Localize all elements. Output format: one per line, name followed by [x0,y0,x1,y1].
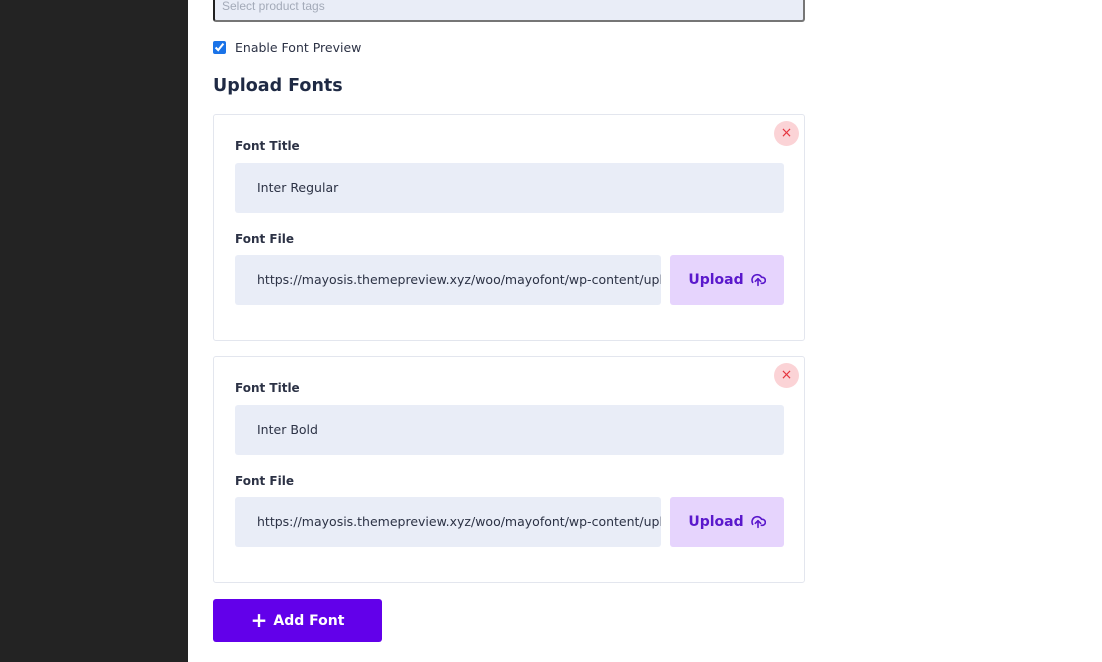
upload-button[interactable]: Upload [670,497,784,547]
font-title-label: Font Title [235,139,300,153]
font-file-label: Font File [235,232,294,246]
font-preview-checkbox[interactable] [213,41,226,54]
font-preview-option: Enable Font Preview [213,40,361,55]
add-font-label: Add Font [273,612,345,629]
cloud-upload-icon [750,273,766,287]
font-title-label: Font Title [235,381,300,395]
remove-font-button[interactable]: × [774,121,799,146]
upload-button[interactable]: Upload [670,255,784,305]
font-title-input[interactable]: Inter Bold [235,405,784,455]
font-card: × Font Title Inter Regular Font File htt… [213,114,805,341]
upload-button-label: Upload [688,514,744,530]
add-font-button[interactable]: + Add Font [213,599,382,642]
section-title: Upload Fonts [213,76,343,96]
cloud-upload-icon [750,515,766,529]
admin-sidebar [0,0,188,662]
font-title-input[interactable]: Inter Regular [235,163,784,213]
font-preview-label: Enable Font Preview [235,40,362,55]
upload-button-label: Upload [688,272,744,288]
main-content: Enable Font Preview Upload Fonts × Font … [188,0,1102,662]
font-file-label: Font File [235,474,294,488]
remove-font-button[interactable]: × [774,363,799,388]
close-icon: × [780,367,793,383]
font-file-input[interactable]: https://mayosis.themepreview.xyz/woo/may… [235,497,661,547]
font-file-input[interactable]: https://mayosis.themepreview.xyz/woo/may… [235,255,661,305]
font-card: × Font Title Inter Bold Font File https:… [213,356,805,583]
plus-icon: + [250,607,268,632]
product-tags-input[interactable] [213,0,805,22]
close-icon: × [780,125,793,141]
